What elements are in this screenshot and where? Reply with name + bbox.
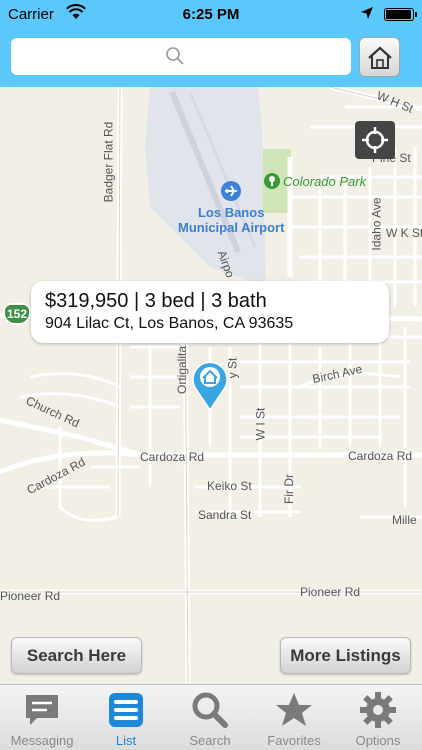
listing-callout[interactable]: $319,950 | 3 bed | 3 bath 904 Lilac Ct, … — [31, 281, 389, 343]
street-label: Sandra St — [198, 508, 252, 522]
listing-address: 904 Lilac Ct, Los Banos, CA 93635 — [45, 315, 294, 332]
tab-bar: Messaging List Search Favorites Options — [0, 684, 422, 750]
clock: 6:25 PM — [182, 6, 240, 23]
street-label: Idaho Ave — [369, 197, 384, 251]
street-label: Keiko St — [207, 479, 252, 493]
street-label: Badger Flat Rd — [101, 121, 116, 203]
park-icon — [264, 173, 280, 189]
street-label: Ortigalita — [175, 345, 190, 395]
street-label: Cardoza Rd — [140, 450, 205, 464]
tab-label: Options — [355, 733, 401, 748]
street-label: Cardoza Rd — [348, 449, 413, 463]
search-input[interactable] — [11, 38, 351, 75]
home-icon — [368, 46, 392, 69]
airport-name-line: Municipal Airport — [178, 220, 285, 235]
star-icon — [276, 693, 312, 726]
search-icon — [166, 47, 184, 65]
crosshair-icon — [362, 127, 388, 153]
search-icon — [192, 692, 228, 728]
tab-favorites[interactable]: Favorites — [252, 685, 336, 750]
park-label: Colorado Park — [283, 174, 367, 189]
home-button[interactable] — [359, 37, 400, 77]
airport-label: Los Banos Municipal Airport — [178, 205, 284, 235]
route-shield: 152 — [3, 303, 31, 325]
home-pin-icon[interactable] — [192, 359, 228, 411]
map-view[interactable]: W H St Pine St Badger Flat Rd Idaho Ave … — [0, 87, 422, 684]
more-listings-button[interactable]: More Listings — [280, 637, 411, 674]
street-label: Fir Dr — [282, 474, 296, 504]
listing-summary: $319,950 | 3 bed | 3 bath — [45, 290, 267, 312]
tab-messaging[interactable]: Messaging — [0, 685, 84, 750]
search-here-button[interactable]: Search Here — [11, 637, 142, 674]
street-label: W I St — [253, 407, 268, 441]
gear-icon — [360, 692, 396, 728]
airport-name-line: Los Banos — [197, 205, 265, 220]
airplane-icon — [221, 181, 241, 201]
street-label: Mille — [392, 513, 417, 527]
list-icon — [109, 693, 143, 727]
tab-label: Messaging — [10, 733, 74, 748]
street-label: W K St — [386, 226, 422, 240]
battery-icon — [384, 8, 417, 21]
tab-label: Favorites — [267, 733, 321, 748]
status-bar: Carrier 6:25 PM — [0, 0, 422, 30]
tab-label: List — [115, 733, 137, 748]
locate-me-button[interactable] — [355, 121, 395, 159]
tab-list[interactable]: List — [84, 685, 168, 750]
street-label: Pioneer Rd — [300, 585, 361, 599]
app-header: Carrier 6:25 PM — [0, 0, 422, 87]
tab-search[interactable]: Search — [168, 685, 252, 750]
street-label: Pioneer Rd — [0, 589, 61, 603]
tab-label: Search — [189, 733, 231, 748]
location-arrow-icon — [361, 7, 373, 19]
message-icon — [26, 695, 58, 725]
tab-options[interactable]: Options — [336, 685, 420, 750]
